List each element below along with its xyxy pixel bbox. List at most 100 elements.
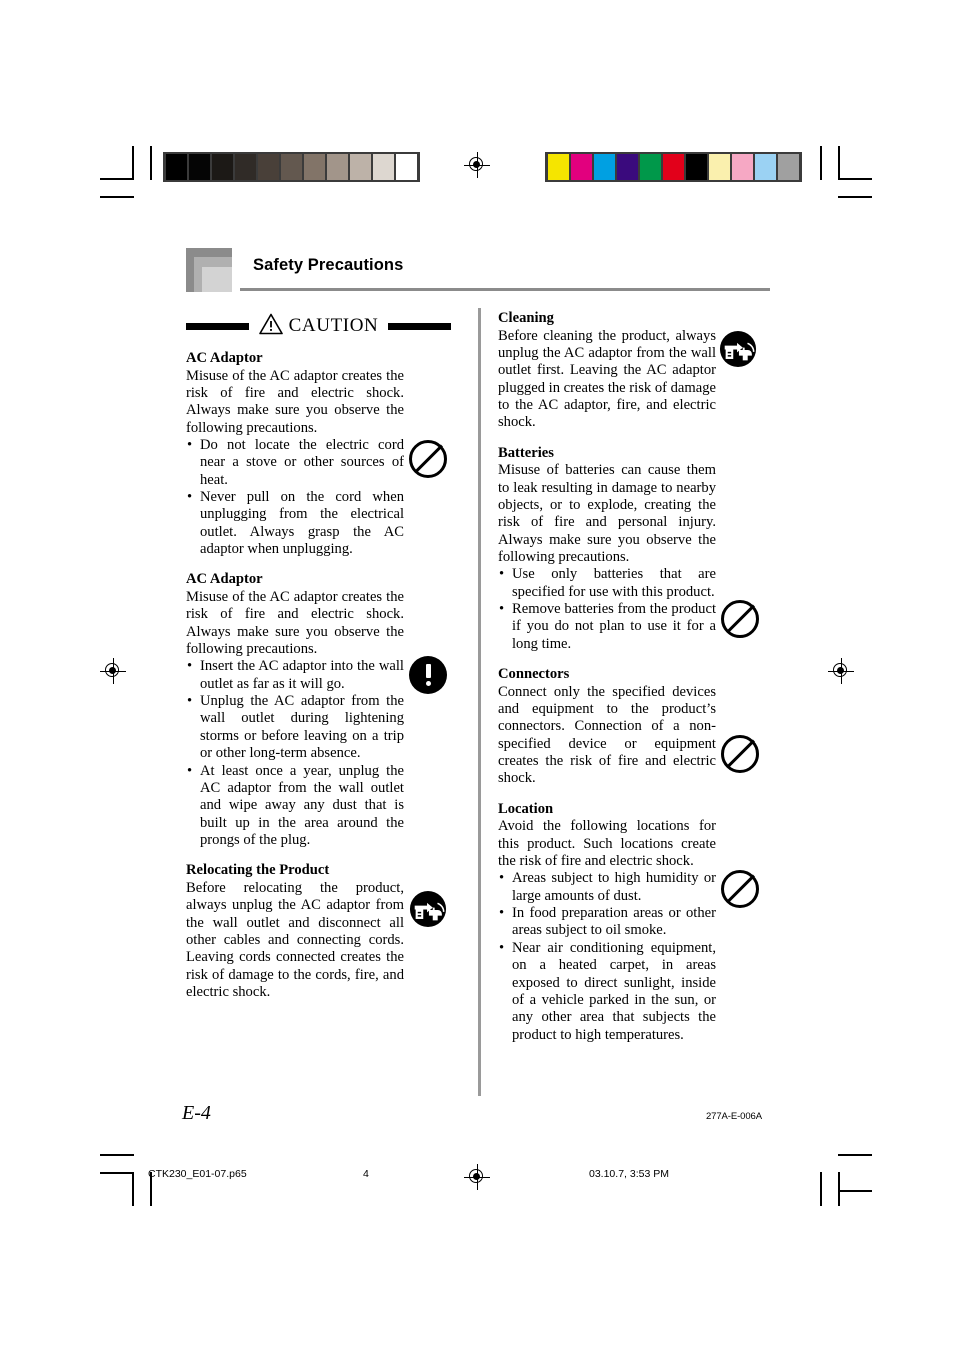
section-bullet-list: Do not locate the electric cord near a s… — [186, 437, 404, 559]
section-body: Misuse of the AC adaptor creates the ris… — [186, 588, 404, 658]
prohibition-icon — [409, 440, 449, 480]
prohibition-icon — [721, 600, 761, 640]
section-title: AC Adaptor — [186, 571, 263, 588]
print-slug-filename: CTK230_E01-07.p65 — [148, 1168, 247, 1180]
section-ac-adaptor-1: AC Adaptor Misuse of the AC adaptor crea… — [186, 350, 404, 558]
crop-mark-top-left-vertical — [132, 146, 134, 180]
page-number: E-4 — [182, 1102, 211, 1124]
section-title: Batteries — [498, 444, 554, 461]
unplug-icon — [719, 330, 759, 370]
section-cleaning: Cleaning Before cleaning the product, al… — [498, 310, 716, 432]
print-slug-date: 03.10.7, 3:53 PM — [589, 1168, 669, 1180]
calibration-swatch — [396, 154, 417, 180]
unplug-icon — [409, 890, 449, 930]
section-body: Before relocating the product, always un… — [186, 879, 404, 1000]
section-batteries: Batteries Misuse of batteries can cause … — [498, 445, 716, 653]
prohibition-icon — [721, 870, 761, 910]
crop-mark-top-right-vertical-2 — [838, 146, 840, 180]
crop-mark-bottom-right-vertical-2 — [838, 1172, 840, 1206]
color-calibration-bar — [545, 152, 802, 182]
crop-mark-top-right-horizontal-2 — [838, 196, 872, 198]
calibration-swatch — [755, 154, 776, 180]
calibration-swatch — [189, 154, 210, 180]
calibration-swatch — [258, 154, 279, 180]
list-item: In food preparation areas or other areas… — [498, 905, 716, 940]
list-item: Near air conditioning equipment, on a he… — [498, 940, 716, 1044]
caution-rule-left — [186, 322, 249, 330]
section-body: Misuse of the AC adaptor creates the ris… — [186, 367, 404, 436]
calibration-swatch — [281, 154, 302, 180]
calibration-swatch — [350, 154, 371, 180]
calibration-swatch — [235, 154, 256, 180]
registration-mark-top — [464, 152, 490, 178]
caution-rule-right — [388, 322, 452, 330]
calibration-swatch — [212, 154, 233, 180]
crop-mark-top-left-horizontal-2 — [100, 196, 134, 198]
crop-mark-top-right-vertical — [820, 146, 822, 180]
exclamation-icon — [409, 656, 449, 696]
list-item: Do not locate the electric cord near a s… — [186, 437, 404, 489]
list-item: Areas subject to high humidity or large … — [498, 870, 716, 905]
print-slug-page: 4 — [363, 1168, 369, 1180]
list-item: Remove batteries from the product if you… — [498, 601, 716, 653]
section-bullet-list: Use only batteries that are specified fo… — [498, 566, 716, 653]
section-title: Relocating the Product — [186, 862, 330, 879]
right-column: Cleaning Before cleaning the product, al… — [498, 310, 716, 1044]
prohibition-icon — [721, 735, 761, 775]
calibration-swatch — [709, 154, 730, 180]
list-item: Insert the AC adaptor into the wall outl… — [186, 658, 404, 693]
section-title: Location — [498, 800, 554, 817]
section-body: Misuse of batteries can cause them to le… — [498, 462, 716, 565]
page-header: Safety Precautions — [186, 248, 770, 292]
list-item: At least once a year, unplug the AC adap… — [186, 763, 404, 850]
section-body: Connect only the specified devices and e… — [498, 683, 716, 787]
registration-mark-left — [100, 658, 126, 684]
registration-mark-bottom — [464, 1164, 490, 1190]
crop-mark-bottom-left-horizontal-2 — [100, 1172, 134, 1174]
calibration-swatch — [571, 154, 592, 180]
crop-mark-bottom-right-horizontal-2 — [838, 1190, 872, 1192]
crop-mark-bottom-right-horizontal — [838, 1154, 872, 1156]
warning-triangle-icon — [258, 313, 283, 340]
section-title: Connectors — [498, 666, 570, 683]
crop-mark-top-left-vertical-2 — [150, 146, 152, 180]
calibration-swatch — [373, 154, 394, 180]
crop-mark-bottom-right-vertical — [820, 1172, 822, 1206]
calibration-swatch — [304, 154, 325, 180]
calibration-swatch — [640, 154, 661, 180]
section-title: AC Adaptor — [186, 350, 263, 366]
calibration-swatch — [617, 154, 638, 180]
caution-label: CAUTION — [288, 315, 379, 336]
crop-mark-bottom-left-vertical — [132, 1172, 134, 1206]
calibration-swatch — [327, 154, 348, 180]
caution-banner: CAUTION — [186, 313, 452, 340]
crop-mark-bottom-left-horizontal — [100, 1154, 134, 1156]
grayscale-calibration-bar — [163, 152, 420, 182]
document-code: 277A-E-006A — [706, 1111, 762, 1122]
calibration-swatch — [166, 154, 187, 180]
calibration-swatch — [778, 154, 799, 180]
calibration-swatch — [663, 154, 684, 180]
section-location: Location Avoid the following locations f… — [498, 801, 716, 1044]
section-body: Avoid the following locations for this p… — [498, 818, 716, 869]
header-badge-icon — [186, 248, 232, 292]
crop-mark-top-right-horizontal — [838, 178, 872, 180]
section-ac-adaptor-2: AC Adaptor Misuse of the AC adaptor crea… — [186, 571, 404, 849]
list-item: Unplug the AC adaptor from the wall outl… — [186, 693, 404, 762]
calibration-swatch — [594, 154, 615, 180]
header-divider — [240, 288, 770, 291]
column-divider — [478, 308, 481, 1096]
section-bullet-list: Insert the AC adaptor into the wall outl… — [186, 658, 404, 849]
section-title: Cleaning — [498, 310, 554, 326]
section-relocating-the-product: Relocating the Product Before relocating… — [186, 862, 404, 1001]
calibration-swatch — [732, 154, 753, 180]
left-column: AC Adaptor Misuse of the AC adaptor crea… — [186, 350, 404, 1001]
section-bullet-list: Areas subject to high humidity or large … — [498, 870, 716, 1044]
crop-mark-top-left-horizontal — [100, 178, 134, 180]
page-title: Safety Precautions — [253, 256, 404, 274]
list-item: Never pull on the cord when unplugging f… — [186, 489, 404, 558]
calibration-swatch — [686, 154, 707, 180]
section-connectors: Connectors Connect only the specified de… — [498, 666, 716, 788]
registration-mark-right — [828, 658, 854, 684]
list-item: Use only batteries that are specified fo… — [498, 566, 716, 601]
